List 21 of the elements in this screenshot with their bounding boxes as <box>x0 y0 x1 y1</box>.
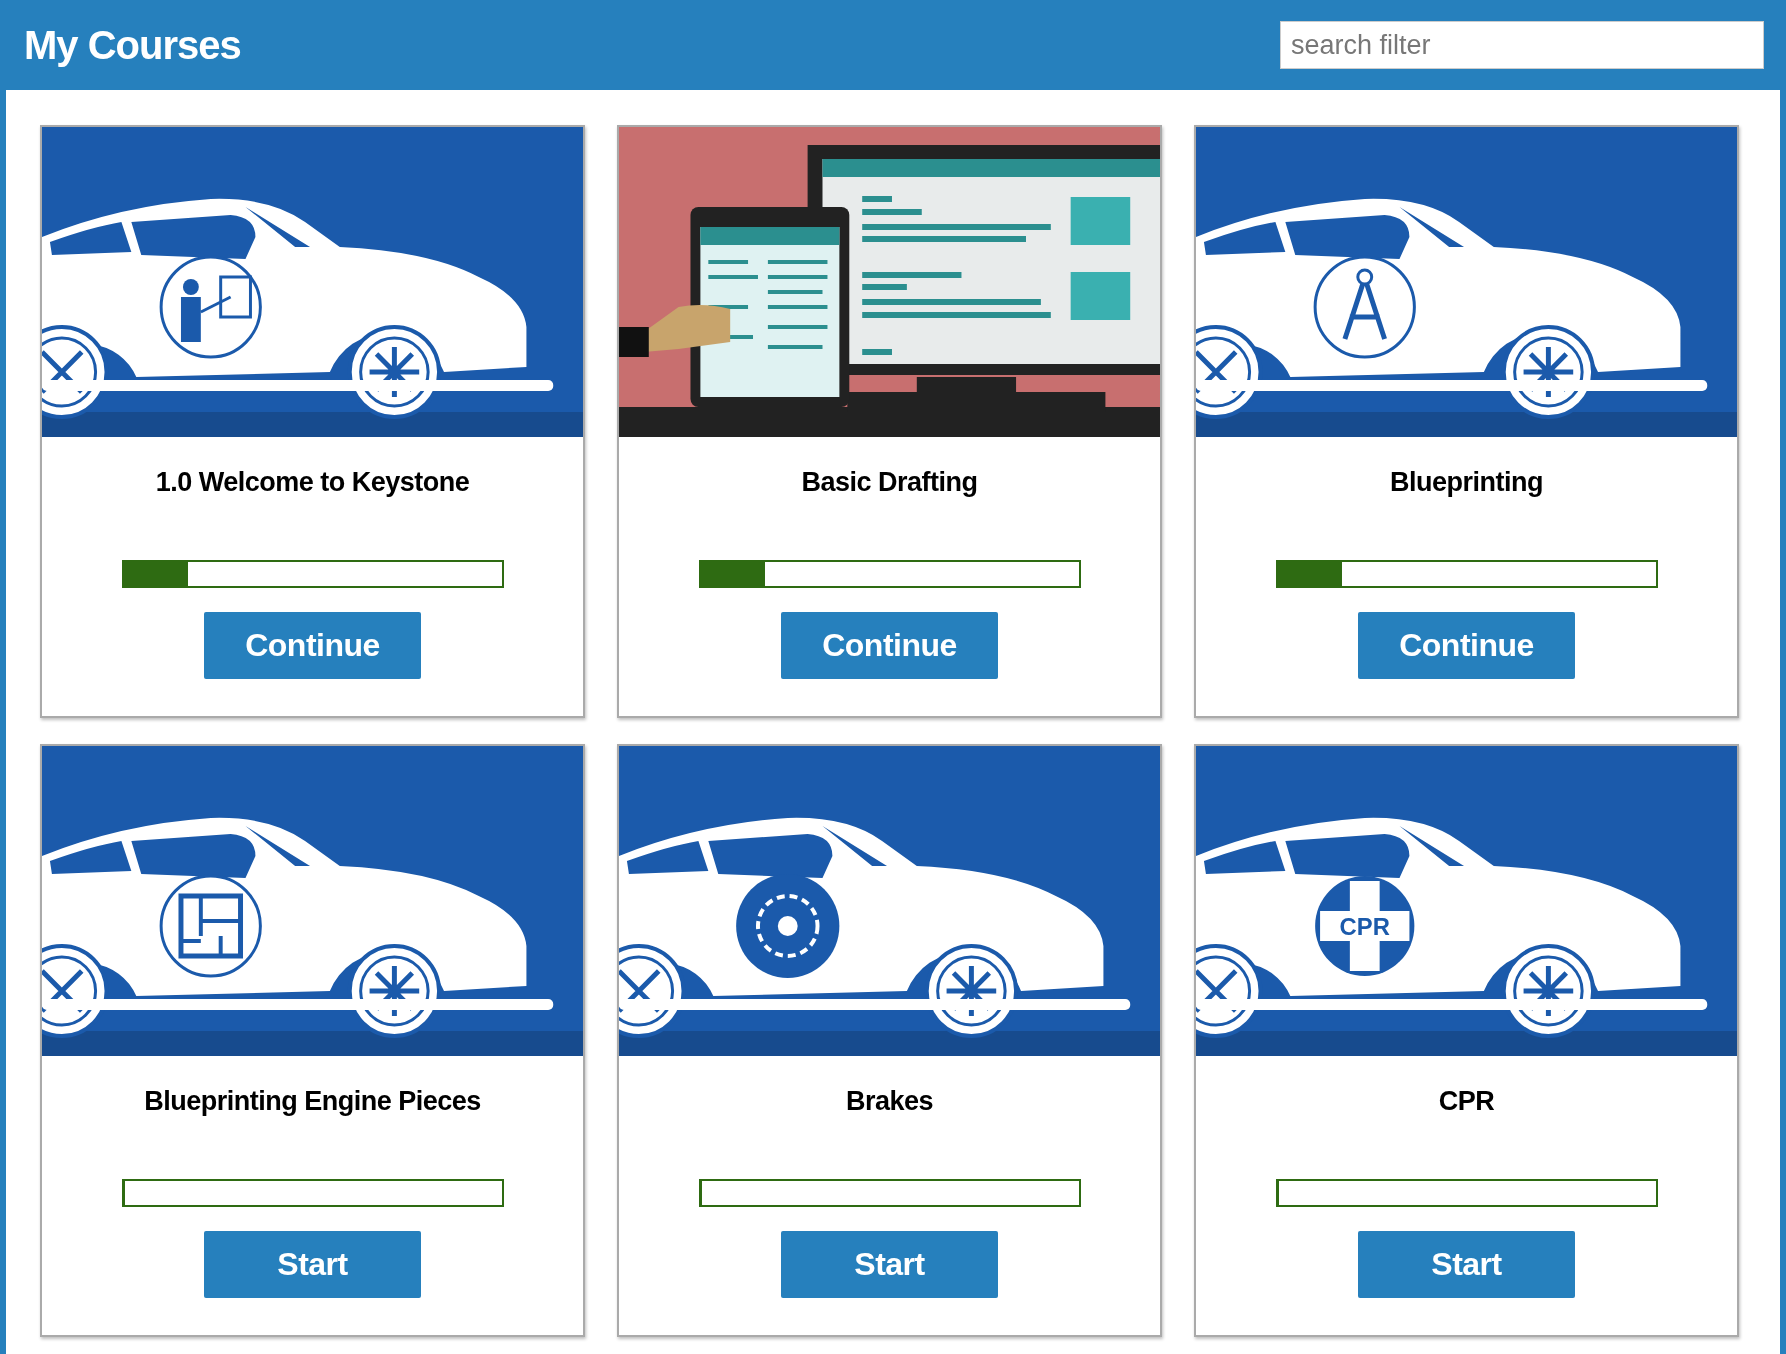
course-card[interactable]: Brakes Start <box>617 744 1162 1337</box>
course-card[interactable]: 1.0 Welcome to Keystone Continue <box>40 125 585 718</box>
course-title: Blueprinting Engine Pieces <box>144 1086 481 1117</box>
course-title: CPR <box>1438 1086 1495 1117</box>
course-card[interactable]: Blueprinting Engine Pieces Start <box>40 744 585 1337</box>
course-title: Blueprinting <box>1390 467 1543 498</box>
course-card[interactable]: Basic Drafting Continue <box>617 125 1162 718</box>
course-card[interactable]: Blueprinting Continue <box>1194 125 1739 718</box>
car-drawing: CPR <box>1196 746 1737 1056</box>
course-button[interactable]: Continue <box>1358 612 1575 679</box>
course-button[interactable]: Continue <box>781 612 998 679</box>
course-button[interactable]: Start <box>781 1231 998 1298</box>
search-field[interactable]: search filter <box>1280 21 1764 69</box>
page-title: My Courses <box>24 22 241 68</box>
course-title: Basic Drafting <box>801 467 978 498</box>
course-title: Brakes <box>845 1086 934 1117</box>
course-card[interactable]: CPR CPR Start <box>1194 744 1739 1337</box>
course-button[interactable]: Continue <box>204 612 421 679</box>
course-button[interactable]: Start <box>204 1231 421 1298</box>
course-title: 1.0 Welcome to Keystone <box>155 467 470 498</box>
course-button[interactable]: Start <box>1358 1231 1575 1298</box>
